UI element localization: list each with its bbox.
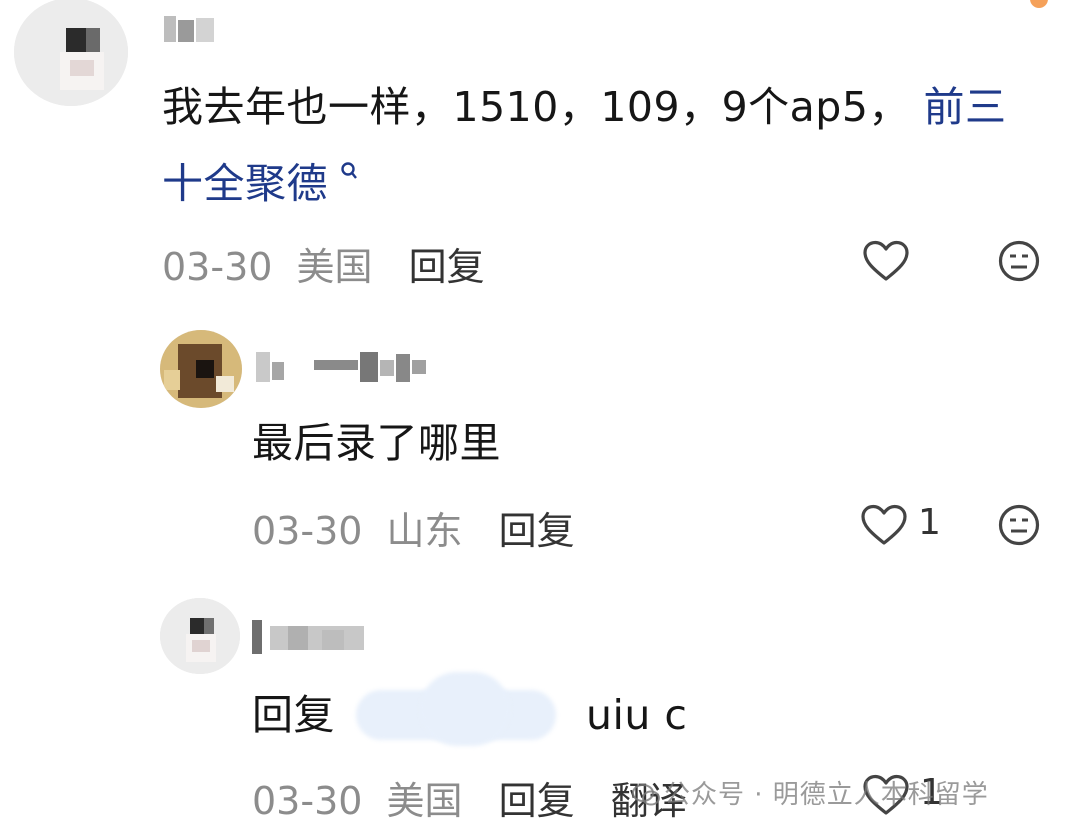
search-icon[interactable] bbox=[332, 162, 358, 189]
comment-meta: 03-30 山东 回复 bbox=[252, 500, 575, 555]
comment-location: 山东 bbox=[386, 509, 463, 553]
reply-prefix: 回复 bbox=[252, 691, 335, 739]
like-count: 1 bbox=[918, 502, 941, 543]
meh-face-icon[interactable] bbox=[998, 504, 1040, 550]
avatar[interactable] bbox=[160, 330, 242, 408]
reply-button[interactable]: 回复 bbox=[499, 509, 575, 553]
avatar[interactable] bbox=[14, 0, 128, 106]
comment-meta: 03-30 美国 回复 bbox=[162, 236, 485, 291]
comment-location: 美国 bbox=[386, 779, 463, 823]
comment-location: 美国 bbox=[296, 245, 373, 289]
heart-icon[interactable] bbox=[862, 240, 910, 286]
meh-face-icon[interactable] bbox=[998, 240, 1040, 286]
status-dot bbox=[1030, 0, 1048, 8]
comment-date: 03-30 bbox=[252, 779, 363, 823]
comment-text: 我去年也一样，1510，109，9个ap5， 前三十全聚德 bbox=[162, 72, 1042, 219]
username[interactable] bbox=[252, 620, 364, 654]
reply-suffix: uiu c bbox=[586, 691, 688, 739]
username[interactable] bbox=[256, 352, 436, 382]
wechat-logo-icon bbox=[632, 783, 660, 806]
avatar[interactable] bbox=[160, 598, 240, 674]
watermark: 公众号 · 明德立人本科留学 bbox=[632, 774, 989, 811]
username[interactable] bbox=[164, 16, 224, 46]
reply-button[interactable]: 回复 bbox=[499, 779, 575, 823]
reply-button[interactable]: 回复 bbox=[409, 245, 485, 289]
watermark-text: 公众号 · 明德立人本科留学 bbox=[664, 780, 989, 810]
comment-date: 03-30 bbox=[162, 245, 273, 289]
comment-text-plain: 最后录了哪里 bbox=[252, 419, 501, 467]
heart-icon[interactable] bbox=[860, 504, 908, 550]
comment-text-plain: 我去年也一样，1510，109，9个ap5， bbox=[162, 83, 910, 131]
comment-meta: 03-30 美国 回复 翻译 bbox=[252, 770, 687, 825]
comment-date: 03-30 bbox=[252, 509, 363, 553]
redacted-mention bbox=[420, 672, 510, 746]
comment-text: 最后录了哪里 bbox=[252, 408, 1012, 478]
